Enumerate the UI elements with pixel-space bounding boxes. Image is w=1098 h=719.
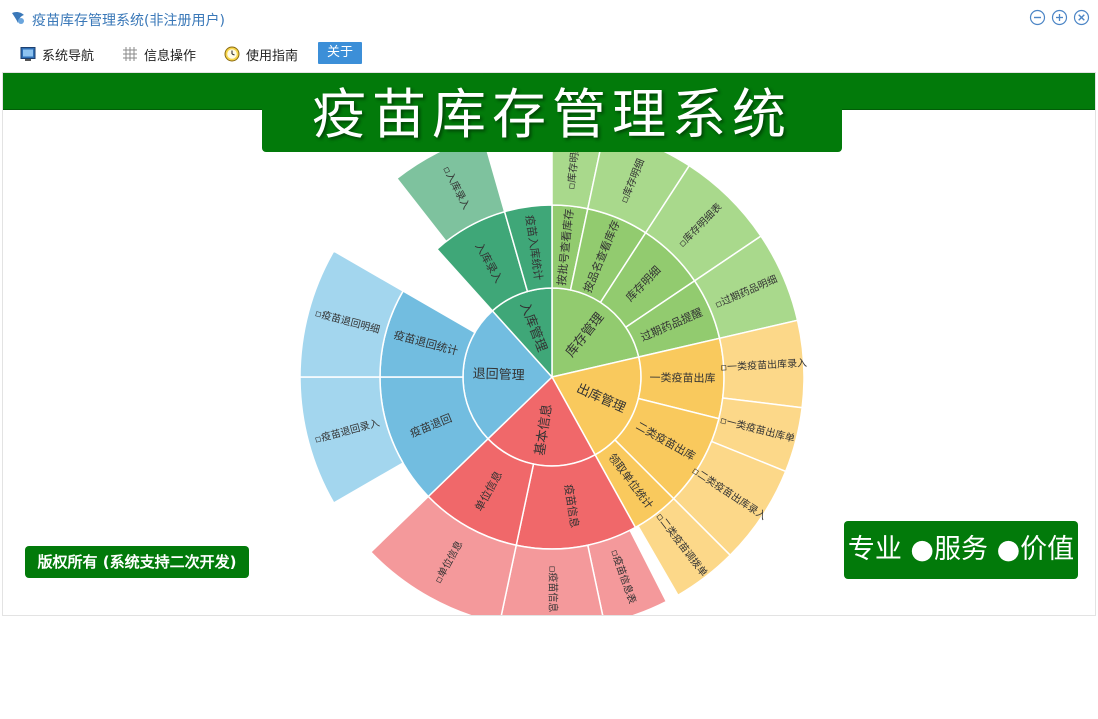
sunburst-leaf-label: ▫疫苗信息 (547, 566, 560, 613)
minimize-icon[interactable] (1029, 9, 1046, 26)
app-logo-icon (12, 11, 24, 24)
grid-icon (123, 47, 137, 61)
window-title: 疫苗库存管理系统(非注册用户) (32, 13, 225, 29)
sunburst-child-label: 一类疫苗出库 (649, 370, 715, 385)
menu-info-ops-label: 信息操作 (144, 48, 197, 64)
about-button[interactable]: 关于 (318, 42, 362, 64)
menu-system-nav-label: 系统导航 (42, 48, 95, 64)
menu-system-nav[interactable]: 系统导航 (20, 43, 94, 65)
slogan-badge: 专业 ●服务 ●价值 (844, 521, 1078, 579)
menu-info-ops[interactable]: 信息操作 (122, 43, 196, 65)
menu-user-guide-label: 使用指南 (246, 48, 299, 64)
copyright-badge: 版权所有 (系统支持二次开发) (25, 546, 249, 578)
monitor-icon (20, 47, 36, 61)
menu-bar: 系统导航 信息操作 使用指南 (0, 38, 1098, 70)
system-banner-title: 疫苗库存管理系统 (262, 78, 842, 152)
sunburst-category-label: 退回管理 (472, 367, 525, 384)
main-content: 库存管理 按批号查看库存 ▫库存明细 按品名查看库存 ▫库存明细 库存明细 ▫库存明细表 过期… (2, 72, 1096, 616)
clock-icon (224, 46, 240, 62)
maximize-icon[interactable] (1051, 9, 1068, 26)
title-bar: 疫苗库存管理系统(非注册用户) (0, 0, 1098, 36)
close-icon[interactable] (1073, 9, 1090, 26)
menu-user-guide[interactable]: 使用指南 (224, 43, 298, 65)
